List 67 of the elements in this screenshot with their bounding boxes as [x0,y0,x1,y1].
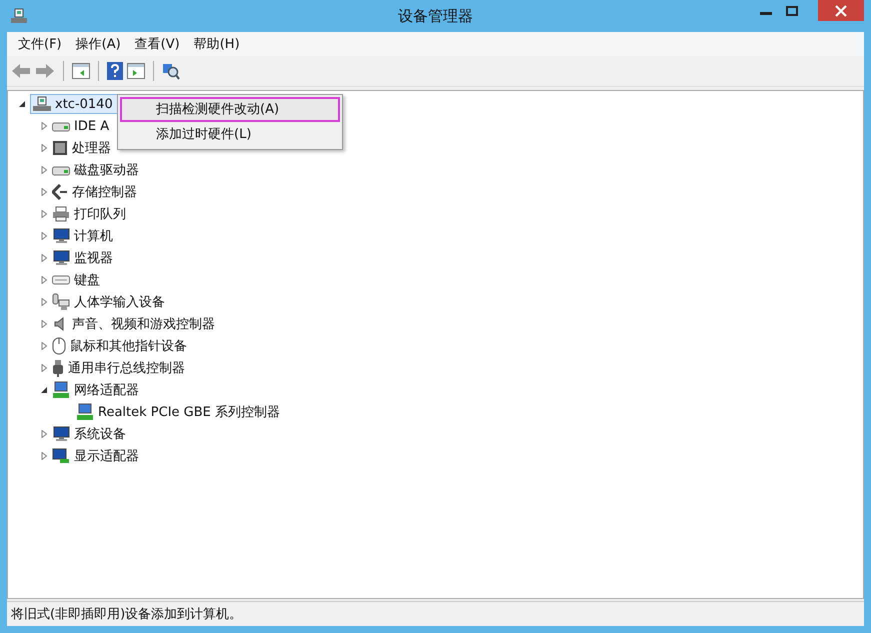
tree-item[interactable]: 键盘 [74,271,100,289]
maximize-icon[interactable] [786,6,798,16]
tree-item[interactable]: 人体学输入设备 [74,293,165,311]
usb-plug-icon [52,359,64,377]
minimize-icon[interactable] [760,12,772,16]
tree-item[interactable]: 打印队列 [74,205,126,223]
menu-item[interactable]: 查看(V) [128,35,187,53]
menu-item[interactable]: 操作(A) [68,35,128,53]
help-icon[interactable] [107,62,123,80]
collapsed-arrow-icon[interactable] [40,166,48,174]
computer-icon [33,96,51,112]
properties-icon[interactable] [127,63,145,79]
tree-item[interactable]: 鼠标和其他指针设备 [70,337,187,355]
display-adapter-icon [52,448,70,464]
expanded-arrow-icon[interactable] [40,386,48,394]
mouse-icon [52,337,66,355]
monitor-icon [52,228,70,244]
context-menu-item[interactable]: 扫描检测硬件改动(A) [120,97,340,122]
tree-item[interactable]: 磁盘驱动器 [74,161,139,179]
menu-item[interactable]: 帮助(H) [186,35,247,53]
back-icon[interactable] [11,63,31,79]
tree-item[interactable]: 监视器 [74,249,113,267]
collapsed-arrow-icon[interactable] [40,188,48,196]
tree-item[interactable]: Realtek PCIe GBE 系列控制器 [98,403,280,421]
tree-item[interactable]: 计算机 [74,227,113,245]
tree-item[interactable]: 声音、视频和游戏控制器 [72,315,215,333]
window-title: 设备管理器 [398,6,473,26]
collapsed-arrow-icon[interactable] [40,254,48,262]
monitor-icon [52,426,70,442]
tree-item[interactable]: 通用串行总线控制器 [68,359,185,377]
expanded-arrow-icon[interactable] [18,100,26,108]
context-menu-item[interactable]: 添加过时硬件(L) [120,122,340,147]
status-text: 将旧式(非即插即用)设备添加到计算机。 [11,606,242,623]
collapsed-arrow-icon[interactable] [40,298,48,306]
tree-item[interactable]: 存储控制器 [72,183,137,201]
forward-icon[interactable] [35,63,55,79]
collapsed-arrow-icon[interactable] [40,364,48,372]
collapsed-arrow-icon[interactable] [40,452,48,460]
tree-item[interactable]: 系统设备 [74,425,126,443]
network-adapter-icon [52,381,70,399]
drive-icon [52,120,70,132]
tree-item[interactable]: 显示适配器 [74,447,139,465]
console-tree-icon[interactable] [72,63,90,79]
tree-item[interactable]: 网络适配器 [74,381,139,399]
storage-icon [52,184,68,200]
collapsed-arrow-icon[interactable] [40,276,48,284]
collapsed-arrow-icon[interactable] [40,144,48,152]
collapsed-arrow-icon[interactable] [40,232,48,240]
printer-icon [52,206,70,222]
menu-item[interactable]: 文件(F) [11,35,69,53]
close-button[interactable] [818,0,864,21]
tree-item[interactable]: 处理器 [72,139,111,157]
collapsed-arrow-icon[interactable] [40,342,48,350]
keyboard-icon [52,275,70,285]
collapsed-arrow-icon[interactable] [40,430,48,438]
input-device-icon [52,293,70,311]
app-icon [10,7,28,25]
drive-icon [52,164,70,176]
collapsed-arrow-icon[interactable] [40,320,48,328]
network-adapter-icon [76,403,94,421]
monitor-icon [52,250,70,266]
scan-icon[interactable] [162,62,180,80]
close-icon [835,4,847,16]
chip-icon [52,140,68,156]
collapsed-arrow-icon[interactable] [40,122,48,130]
tree-item[interactable]: IDE A [74,118,110,134]
collapsed-arrow-icon[interactable] [40,210,48,218]
